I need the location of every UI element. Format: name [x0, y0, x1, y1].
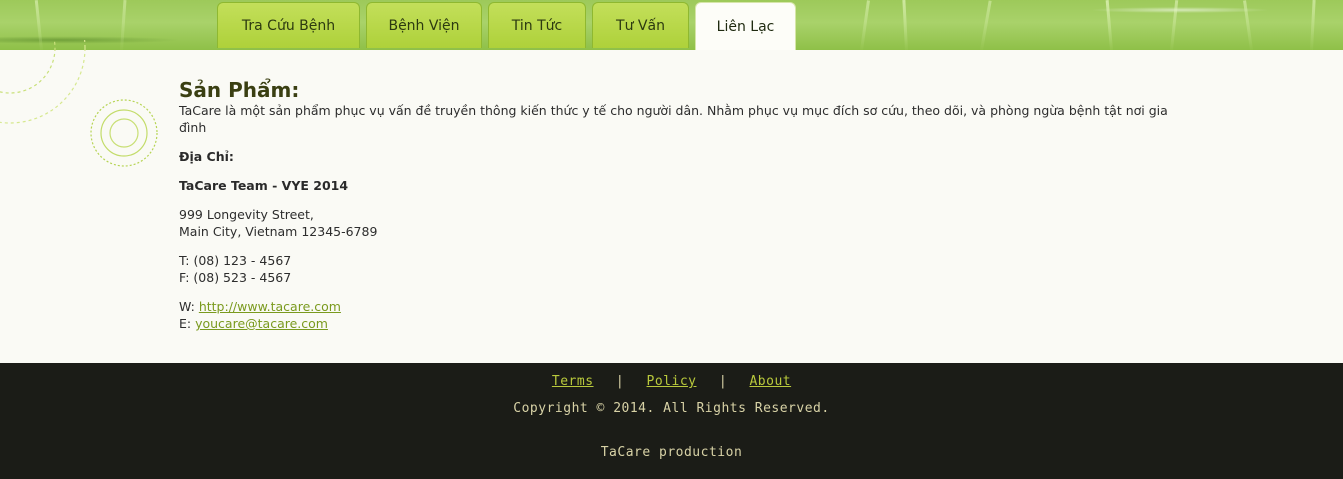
footer-separator: |	[718, 374, 728, 389]
footer-links: Terms | Policy | About	[0, 374, 1343, 389]
website-link[interactable]: http://www.tacare.com	[199, 299, 341, 314]
grass-blade-decoration	[980, 0, 992, 50]
address-block: 999 Longevity Street, Main City, Vietnam…	[179, 206, 1179, 240]
footer-link-terms[interactable]: Terms	[552, 374, 594, 389]
product-description: TaCare là một sản phẩm phục vụ vấn đề tr…	[179, 103, 1168, 135]
email-link[interactable]: youcare@tacare.com	[195, 316, 328, 331]
copyright-text: Copyright © 2014. All Rights Reserved.	[513, 401, 830, 416]
tab-label: Tra Cứu Bệnh	[241, 17, 336, 34]
web-label: W:	[179, 299, 195, 314]
footer-separator: |	[615, 374, 625, 389]
grass-blade-decoration	[1243, 0, 1253, 50]
tab-label: Tư Vấn	[616, 17, 665, 34]
page-title: Sản Phẩm:	[179, 78, 300, 102]
tab-tra-cuu-benh[interactable]: Tra Cứu Bệnh	[217, 2, 360, 48]
team-name: TaCare Team - VYE 2014	[179, 178, 349, 193]
production-credit: TaCare production	[600, 445, 743, 460]
decorative-circles	[0, 40, 158, 167]
grass-blade-decoration	[1170, 0, 1179, 50]
footer-link-about[interactable]: About	[749, 374, 791, 389]
tab-lien-lac[interactable]: Liên Lạc	[695, 2, 796, 50]
main-content: Sản Phẩm: TaCare là một sản phẩm phục vụ…	[179, 78, 1179, 344]
tab-label: Liên Lạc	[716, 18, 775, 35]
grass-blade-decoration	[860, 0, 870, 50]
fax-number: (08) 523 - 4567	[193, 270, 292, 285]
phone-label: T:	[179, 253, 190, 268]
main-navigation: Tra Cứu Bệnh Bệnh Viện Tin Tức Tư Vấn Li…	[217, 2, 796, 50]
grass-blade-decoration	[1310, 0, 1316, 50]
web-block: W: http://www.tacare.com E: youcare@taca…	[179, 298, 1179, 332]
email-label: E:	[179, 316, 192, 331]
phone-number: (08) 123 - 4567	[193, 253, 292, 268]
tab-tu-van[interactable]: Tư Vấn	[592, 2, 689, 48]
phone-block: T: (08) 123 - 4567 F: (08) 523 - 4567	[179, 252, 1179, 286]
city-address: Main City, Vietnam 12345-6789	[179, 224, 378, 239]
grass-blade-decoration	[1105, 0, 1113, 50]
address-label: Địa Chỉ:	[179, 149, 234, 164]
tab-benh-vien[interactable]: Bệnh Viện	[366, 2, 482, 48]
street-address: 999 Longevity Street,	[179, 207, 314, 222]
grass-blade-decoration	[902, 0, 908, 50]
footer: Terms | Policy | About Copyright © 2014.…	[0, 363, 1343, 479]
tab-label: Bệnh Viện	[388, 17, 460, 34]
tab-tin-tuc[interactable]: Tin Tức	[488, 2, 586, 48]
header-banner: Tra Cứu Bệnh Bệnh Viện Tin Tức Tư Vấn Li…	[0, 0, 1343, 50]
fax-label: F:	[179, 270, 190, 285]
tab-label: Tin Tức	[511, 17, 563, 34]
footer-link-policy[interactable]: Policy	[647, 374, 697, 389]
